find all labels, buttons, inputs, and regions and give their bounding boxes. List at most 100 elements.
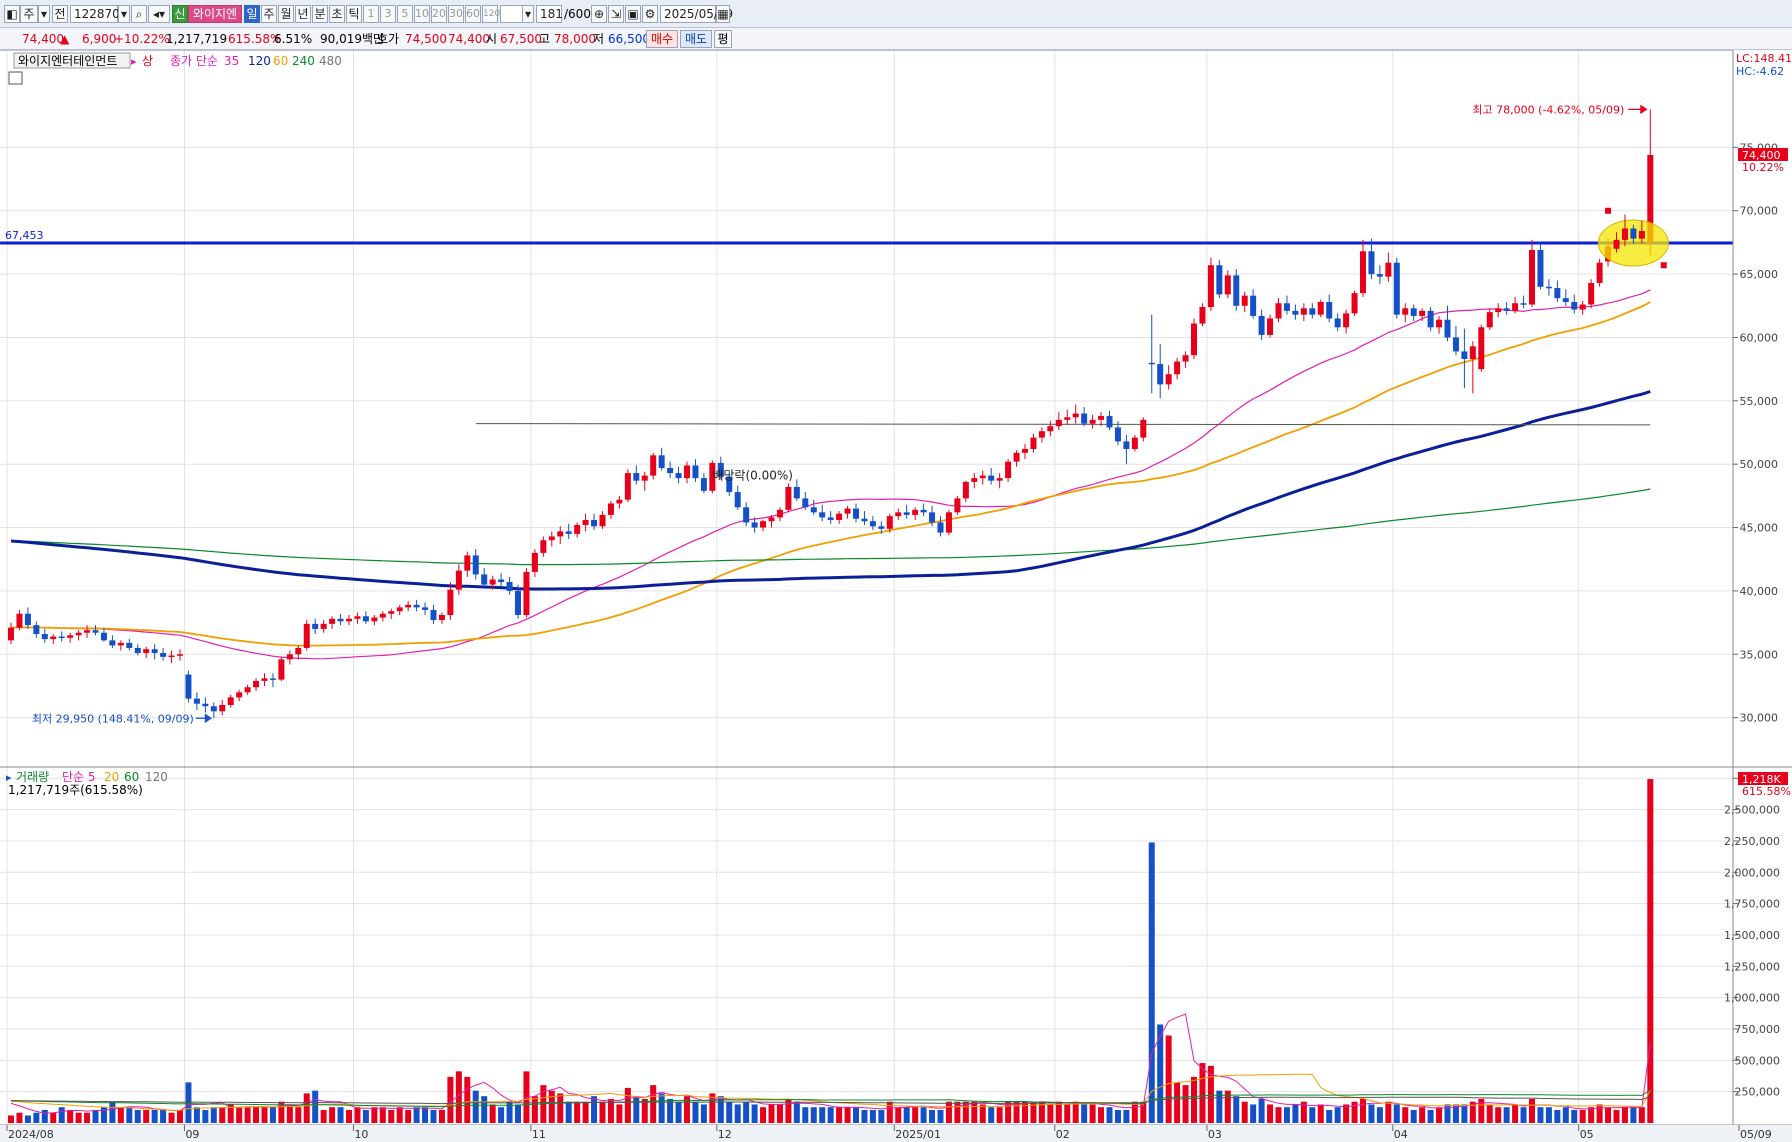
- volume-bar[interactable]: [1402, 1107, 1409, 1123]
- sell-button[interactable]: 매도: [680, 30, 712, 48]
- volume-bar[interactable]: [1106, 1107, 1113, 1123]
- volume-bar[interactable]: [650, 1085, 657, 1123]
- interval-tab-4[interactable]: 20: [431, 5, 447, 23]
- candle[interactable]: [954, 495, 961, 515]
- volume-bar[interactable]: [599, 1101, 606, 1123]
- type-select[interactable]: 주: [20, 5, 38, 23]
- volume-bar[interactable]: [937, 1109, 944, 1123]
- volume-bar[interactable]: [1072, 1101, 1079, 1123]
- volume-bar[interactable]: [1123, 1109, 1130, 1123]
- interval-tab-3[interactable]: 10: [414, 5, 430, 23]
- candle[interactable]: [1207, 257, 1214, 311]
- volume-bar[interactable]: [219, 1107, 226, 1123]
- volume-bar[interactable]: [810, 1107, 817, 1123]
- candle[interactable]: [1588, 279, 1595, 309]
- date-input[interactable]: 2025/05/09: [660, 5, 733, 23]
- volume-bar[interactable]: [633, 1096, 640, 1123]
- volume-bar[interactable]: [422, 1107, 429, 1123]
- period-tab-1[interactable]: 주: [261, 5, 277, 23]
- volume-bar[interactable]: [836, 1107, 843, 1123]
- candle[interactable]: [1191, 318, 1197, 360]
- volume-bar[interactable]: [405, 1109, 412, 1123]
- volume-bar[interactable]: [67, 1109, 74, 1123]
- save-icon[interactable]: ▣: [625, 5, 641, 23]
- volume-bar[interactable]: [1250, 1104, 1257, 1123]
- volume-bar[interactable]: [1241, 1101, 1248, 1123]
- volume-bar[interactable]: [1630, 1107, 1637, 1123]
- volume-bar[interactable]: [481, 1096, 488, 1123]
- volume-bar[interactable]: [320, 1109, 327, 1123]
- volume-bar[interactable]: [1148, 842, 1155, 1123]
- count-input[interactable]: 181: [536, 5, 563, 23]
- volume-bar[interactable]: [1343, 1104, 1350, 1123]
- candle[interactable]: [945, 509, 952, 536]
- volume-bar[interactable]: [346, 1109, 352, 1123]
- volume-bar[interactable]: [1596, 1104, 1603, 1123]
- volume-bar[interactable]: [253, 1107, 260, 1123]
- volume-bar[interactable]: [971, 1101, 978, 1123]
- volume-bar[interactable]: [1292, 1104, 1299, 1123]
- volume-bar[interactable]: [1588, 1107, 1595, 1123]
- volume-bar[interactable]: [210, 1107, 217, 1123]
- period-tab-3[interactable]: 년: [295, 5, 311, 23]
- volume-bar[interactable]: [413, 1107, 420, 1123]
- volume-bar[interactable]: [193, 1107, 200, 1123]
- period-tab-6[interactable]: 틱: [346, 5, 362, 23]
- interval-tab-7[interactable]: 120: [482, 5, 500, 23]
- volume-bar[interactable]: [1554, 1109, 1561, 1123]
- volume-bar[interactable]: [1520, 1107, 1527, 1123]
- volume-bar[interactable]: [1436, 1107, 1443, 1123]
- volume-bar[interactable]: [396, 1107, 403, 1123]
- volume-bar[interactable]: [1562, 1107, 1569, 1123]
- volume-bar[interactable]: [1393, 1104, 1400, 1123]
- volume-bar[interactable]: [329, 1107, 336, 1123]
- volume-bar[interactable]: [878, 1109, 885, 1123]
- interval-tab-6[interactable]: 60: [465, 5, 481, 23]
- volume-bar[interactable]: [269, 1107, 276, 1123]
- volume-bar[interactable]: [8, 1115, 14, 1123]
- extra-input[interactable]: [500, 5, 524, 23]
- stock-name[interactable]: 와이지엔터: [188, 5, 242, 23]
- volume-bar[interactable]: [286, 1104, 293, 1123]
- volume-bar[interactable]: [1283, 1107, 1290, 1123]
- zoom-icon[interactable]: ⊕: [591, 5, 607, 23]
- volume-bar[interactable]: [565, 1101, 572, 1123]
- volume-bar[interactable]: [75, 1112, 82, 1123]
- volume-bar[interactable]: [548, 1090, 555, 1123]
- interval-tab-1[interactable]: 3: [380, 5, 396, 23]
- volume-bar[interactable]: [1647, 779, 1654, 1123]
- volume-bar[interactable]: [244, 1107, 251, 1123]
- volume-bar[interactable]: [303, 1093, 310, 1123]
- volume-bar[interactable]: [1047, 1104, 1054, 1123]
- volume-bar[interactable]: [616, 1104, 623, 1123]
- volume-bar[interactable]: [802, 1107, 809, 1123]
- volume-bar[interactable]: [126, 1107, 133, 1123]
- candle[interactable]: [785, 483, 792, 513]
- volume-bar[interactable]: [776, 1104, 783, 1123]
- candle[interactable]: [523, 568, 530, 618]
- volume-bar[interactable]: [869, 1109, 876, 1123]
- volume-bar[interactable]: [1495, 1107, 1502, 1123]
- volume-bar[interactable]: [1233, 1096, 1240, 1123]
- volume-bar[interactable]: [827, 1107, 834, 1123]
- volume-bar[interactable]: [700, 1104, 707, 1123]
- volume-bar[interactable]: [1545, 1107, 1552, 1123]
- volume-bar[interactable]: [1613, 1109, 1620, 1123]
- volume-bar[interactable]: [472, 1090, 479, 1123]
- volume-bar[interactable]: [1461, 1104, 1468, 1123]
- volume-bar[interactable]: [1182, 1085, 1189, 1123]
- volume-bar[interactable]: [117, 1107, 124, 1123]
- candle[interactable]: [1596, 258, 1603, 287]
- volume-bar[interactable]: [109, 1101, 116, 1123]
- volume-bar[interactable]: [819, 1107, 826, 1123]
- sound-icon[interactable]: ◂▾: [148, 5, 170, 23]
- gear-icon[interactable]: ⚙: [642, 5, 658, 23]
- code-input[interactable]: 122870: [70, 5, 120, 23]
- volume-bar[interactable]: [160, 1109, 167, 1123]
- volume-bar[interactable]: [1199, 1063, 1206, 1123]
- volume-bar[interactable]: [920, 1107, 927, 1123]
- candle[interactable]: [278, 656, 285, 681]
- volume-bar[interactable]: [1638, 1107, 1645, 1123]
- volume-bar[interactable]: [1309, 1107, 1316, 1123]
- volume-bar[interactable]: [954, 1101, 961, 1123]
